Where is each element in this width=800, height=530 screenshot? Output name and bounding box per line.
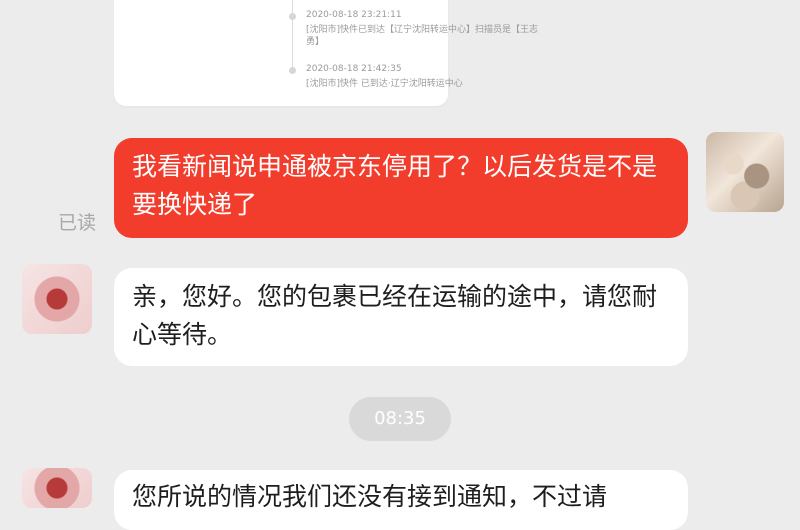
- timeline-line: [292, 0, 293, 70]
- shop-avatar[interactable]: [22, 264, 92, 334]
- timeline-dot: [289, 13, 296, 20]
- outgoing-message-bubble[interactable]: 我看新闻说申通被京东停用了？以后发货是不是要换快递了: [114, 138, 688, 238]
- read-status: 已读: [58, 212, 97, 234]
- tracking-event-time: 2020-08-18 23:21:11: [306, 10, 402, 20]
- tracking-event-description: [沈阳市]快件 已到达·辽宁沈阳转运中心: [306, 79, 463, 89]
- incoming-message-bubble[interactable]: 您所说的情况我们还没有接到通知，不过请: [114, 470, 688, 530]
- timeline-dot: [289, 67, 296, 74]
- chat-window: 2020-08-18 23:21:11 [沈阳市]快件已到达【辽宁沈阳转运中心】…: [0, 0, 800, 530]
- time-divider: 08:35: [349, 397, 451, 441]
- logistics-tracking-card[interactable]: 2020-08-18 23:21:11 [沈阳市]快件已到达【辽宁沈阳转运中心】…: [114, 0, 538, 106]
- user-avatar[interactable]: [706, 132, 784, 212]
- incoming-message-bubble[interactable]: 亲，您好。您的包裹已经在运输的途中，请您耐心等待。: [114, 268, 688, 366]
- tracking-event-description: [沈阳市]快件已到达【辽宁沈阳转运中心】扫描员是【王志勇】: [306, 25, 539, 47]
- shop-avatar[interactable]: [22, 468, 92, 508]
- tracking-event-time: 2020-08-18 21:42:35: [306, 64, 402, 74]
